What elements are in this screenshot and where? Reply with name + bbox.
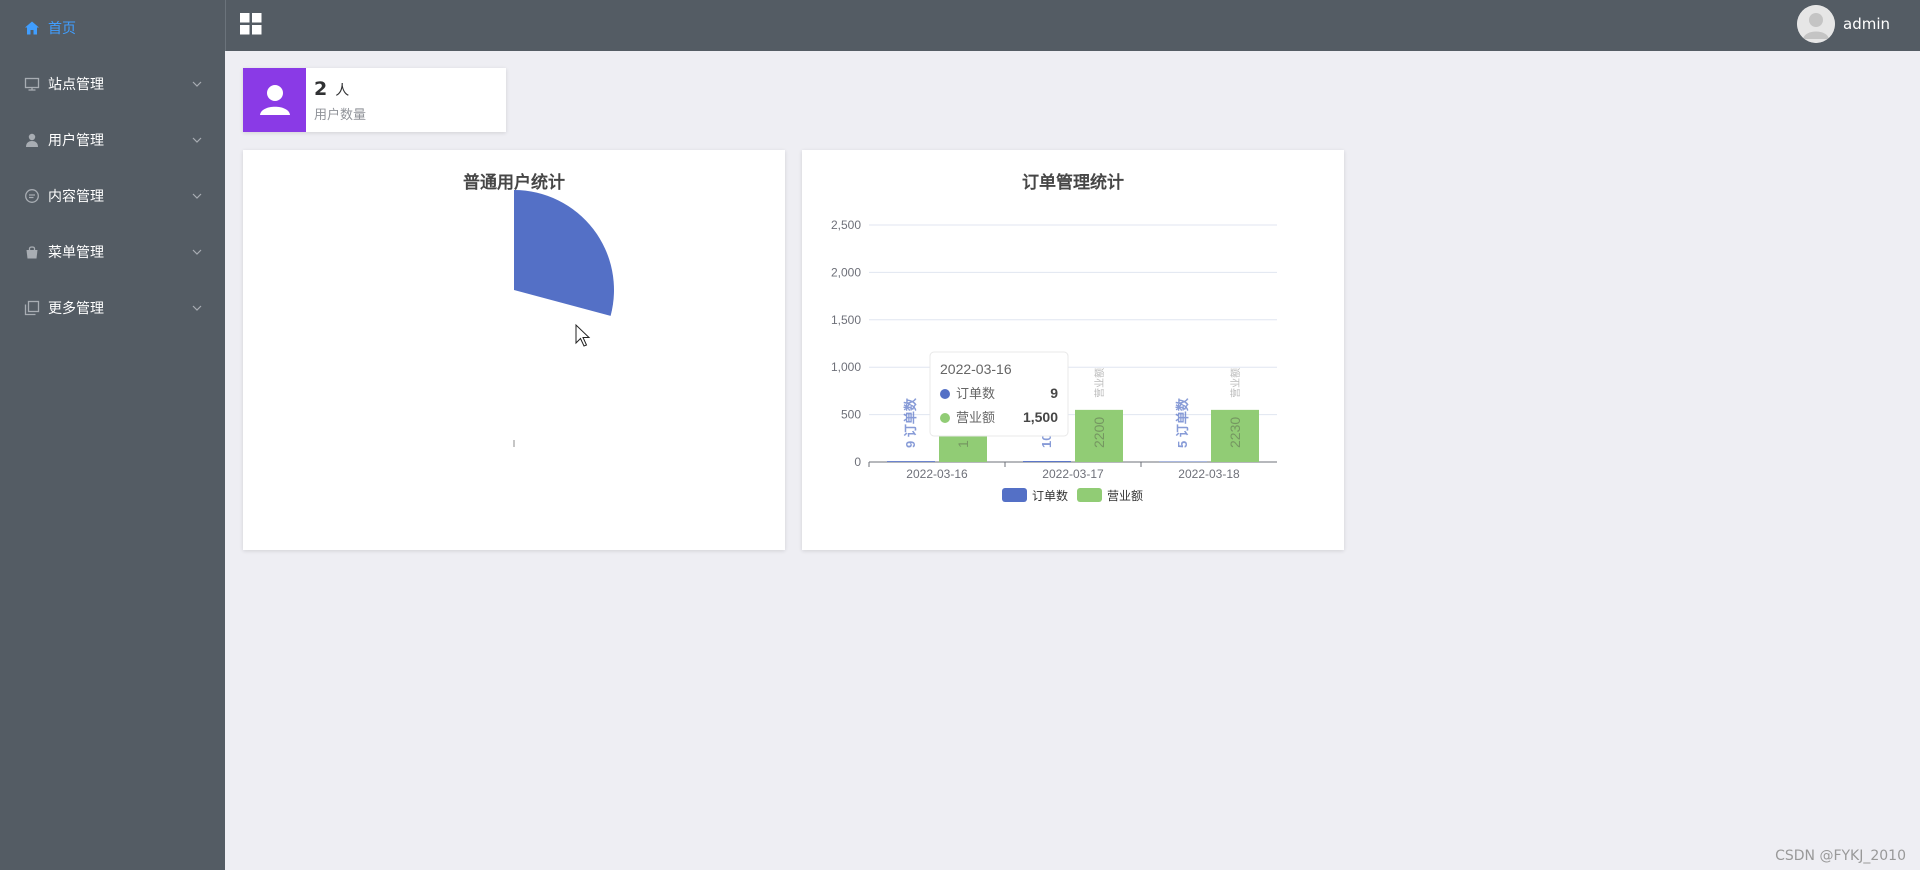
sidebar-item-label: 用户管理	[48, 133, 104, 149]
chevron-down-icon	[191, 78, 203, 90]
sidebar: 首页 站点管理 用户管理 内容管理 菜单管理 更多管理	[0, 0, 225, 870]
user-icon	[24, 132, 40, 148]
y-tick-label: 2,000	[831, 265, 861, 279]
sidebar-item-label: 菜单管理	[48, 245, 104, 261]
user-count-card: 2 人 用户数量	[243, 68, 506, 132]
user-count-unit: 人	[335, 83, 350, 99]
user-stats-panel: 普通用户统计	[243, 150, 785, 550]
cursor-icon	[575, 323, 591, 347]
copy-icon	[24, 300, 40, 316]
legend-swatch-revenue	[1077, 488, 1102, 502]
chart-tooltip: 2022-03-16 订单数 9 营业额 1,500	[929, 351, 1069, 437]
x-tick-label: 2022-03-17	[1042, 467, 1104, 481]
bar-order-count-label: 5 订单数	[1175, 397, 1190, 448]
legend-label-orders: 订单数	[1032, 488, 1068, 503]
y-tick-label: 1,000	[831, 360, 861, 374]
watermark: CSDN @FYKJ_2010	[1775, 848, 1906, 864]
tooltip-marker	[940, 389, 950, 399]
chat-icon	[24, 188, 40, 204]
home-icon	[24, 20, 40, 36]
bar-revenue-label: 2200	[1091, 417, 1107, 448]
top-header: admin	[225, 0, 1920, 51]
default-avatar-icon	[1797, 5, 1835, 43]
legend-swatch-orders	[1002, 488, 1027, 502]
user-count-label: 用户数量	[314, 108, 367, 123]
sidebar-item-home[interactable]: 首页	[0, 0, 225, 56]
sidebar-item-label: 更多管理	[48, 301, 104, 317]
sidebar-item-site[interactable]: 站点管理	[0, 56, 225, 112]
sidebar-item-content[interactable]: 内容管理	[0, 168, 225, 224]
bar-order-count[interactable]	[1023, 461, 1071, 462]
y-tick-label: 2,500	[831, 218, 861, 232]
chevron-down-icon	[191, 134, 203, 146]
tooltip-series-name: 营业额	[956, 410, 995, 425]
bar-order-count-label: 9 订单数	[903, 397, 918, 448]
tooltip-series-name: 订单数	[956, 386, 995, 401]
pie-chart	[513, 190, 614, 447]
chevron-down-icon	[191, 190, 203, 202]
tooltip-series-value: 1,500	[1023, 409, 1058, 425]
user-dropdown[interactable]: admin	[1797, 4, 1890, 44]
bar-revenue-tag: 营业额	[1093, 368, 1106, 398]
bag-icon	[24, 244, 40, 260]
x-tick-label: 2022-03-18	[1178, 467, 1240, 481]
sidebar-item-users[interactable]: 用户管理	[0, 112, 225, 168]
tooltip-marker	[940, 413, 950, 423]
bar-revenue-tag: 营业额	[1229, 368, 1242, 398]
tooltip-series-value: 9	[1050, 385, 1058, 401]
user-icon	[243, 68, 306, 132]
chevron-down-icon	[191, 302, 203, 314]
monitor-icon	[24, 76, 40, 92]
legend-label-revenue: 营业额	[1107, 489, 1143, 503]
sidebar-item-more[interactable]: 更多管理	[0, 280, 225, 336]
grid-menu-icon[interactable]	[240, 13, 262, 35]
pie-slice[interactable]	[514, 190, 614, 316]
y-tick-label: 0	[854, 455, 861, 469]
order-stats-panel: 订单管理统计 0 500 1,000 1,500 2,000 2,500 2022-03-1…	[802, 150, 1344, 550]
sidebar-item-label: 首页	[48, 21, 76, 37]
avatar[interactable]	[1797, 5, 1835, 43]
user-count-value: 2	[314, 78, 328, 100]
bar-revenue-label: 1	[955, 440, 971, 448]
tooltip-title: 2022-03-16	[940, 361, 1012, 377]
chevron-down-icon	[191, 246, 203, 258]
y-tick-label: 1,500	[831, 313, 861, 327]
sidebar-item-label: 内容管理	[48, 189, 104, 205]
x-tick-label: 2022-03-16	[906, 467, 968, 481]
username: admin	[1843, 15, 1890, 33]
sidebar-item-label: 站点管理	[48, 77, 104, 93]
sidebar-item-menu[interactable]: 菜单管理	[0, 224, 225, 280]
bar-order-count[interactable]	[887, 461, 935, 462]
chart-legend[interactable]: 订单数 营业额	[1002, 488, 1143, 503]
bar-chart: 0 500 1,000 1,500 2,000 2,500 2022-03-16 9 订单数 1…	[831, 218, 1277, 503]
y-tick-label: 500	[841, 408, 861, 422]
bar-revenue-label: 2230	[1227, 417, 1243, 448]
